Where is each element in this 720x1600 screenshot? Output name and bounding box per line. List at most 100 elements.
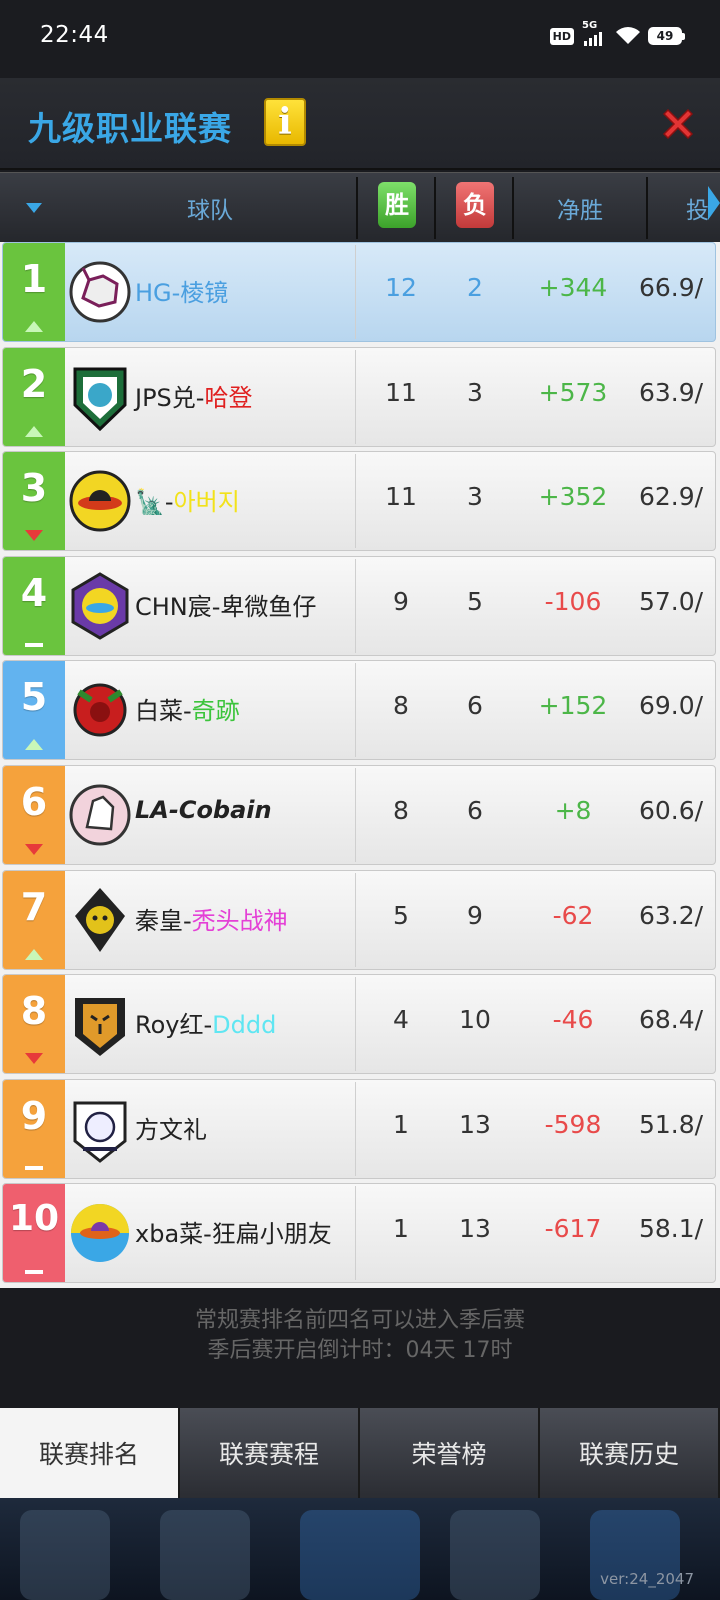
ufo-purple-logo-icon (71, 572, 129, 640)
net-points-cell: -62 (552, 900, 594, 930)
net-points-cell: +344 (538, 273, 608, 302)
table-row[interactable]: 10 xba菜-狂扁小朋友 1 13 -617 58.1/ (2, 1183, 716, 1284)
wins-cell: 5 (393, 900, 409, 930)
rank-badge: 2 (3, 347, 65, 446)
rank-badge: 9 (3, 1079, 65, 1178)
rank-number: 9 (20, 1093, 48, 1138)
wolf-logo-icon (69, 784, 131, 846)
trend-down-icon (25, 844, 43, 855)
rank-number: 3 (20, 466, 48, 511)
playoff-countdown-text: 季后赛开启倒计时：04天 17时 (207, 1338, 513, 1363)
hd-icon: HD (549, 27, 574, 45)
table-row[interactable]: 5 白菜-奇跡 8 6 +152 69.0/ (2, 660, 716, 761)
sort-arrow-icon[interactable] (26, 203, 42, 213)
wins-cell: 11 (385, 377, 417, 407)
net-points-cell: -617 (544, 1214, 602, 1244)
team-name: JPS兑-哈登 (135, 383, 253, 412)
trend-flat-icon (25, 1165, 43, 1170)
losses-cell: 6 (467, 796, 483, 825)
table-row[interactable]: 1 HG-棱镜 12 2 +344 66.9/ (2, 242, 716, 342)
losses-cell: 2 (467, 273, 483, 302)
net-points-cell: +152 (538, 691, 608, 721)
scroll-right-icon[interactable] (708, 186, 720, 220)
ufo-yellow-logo-icon (69, 470, 131, 532)
info-button[interactable]: i (264, 98, 306, 146)
status-icons: HD 5G 49 (549, 20, 685, 46)
column-net[interactable]: 净胜 (540, 191, 620, 225)
column-win[interactable]: 胜 (378, 182, 416, 228)
shooting-pct-cell: 58.1/ (639, 1214, 704, 1244)
team-name: 秦皇-秃头战神 (135, 906, 288, 935)
losses-cell: 13 (459, 1214, 491, 1244)
net-points-cell: +8 (554, 796, 592, 825)
net-points-cell: -598 (544, 1109, 602, 1139)
losses-cell: 6 (467, 691, 483, 721)
shooting-pct-cell: 51.8/ (639, 1109, 704, 1139)
trend-down-icon (25, 1053, 43, 1065)
tab-league-ranking[interactable]: 联赛排名 (0, 1408, 180, 1498)
rank-number: 2 (20, 361, 48, 406)
team-name: 🗽-아버지 (135, 488, 240, 517)
tab-league-history[interactable]: 联赛历史 (540, 1408, 720, 1498)
team-name: LA-Cobain (135, 796, 272, 824)
wins-cell: 12 (385, 273, 417, 302)
team-name: 方文礼 (135, 1115, 207, 1144)
wins-cell: 9 (393, 586, 409, 616)
close-icon[interactable] (658, 104, 698, 144)
shooting-pct-cell: 63.9/ (639, 377, 704, 407)
ufo-orange-logo-icon (71, 1204, 129, 1263)
rank-badge: 6 (3, 766, 65, 864)
net-points-cell: +352 (538, 482, 608, 512)
network-type: 5G (582, 20, 598, 31)
league-header: 九级职业联赛 i (0, 78, 720, 170)
tab-honor-roll[interactable]: 荣誉榜 (360, 1408, 540, 1498)
wins-cell: 8 (393, 691, 409, 721)
column-team[interactable]: 球队 (150, 191, 270, 225)
table-row[interactable]: 9 方文礼 1 13 -598 51.8/ (2, 1078, 716, 1179)
column-loss[interactable]: 负 (456, 182, 494, 228)
bear-logo-icon (73, 1101, 127, 1163)
rank-badge: 3 (3, 452, 65, 551)
trend-up-icon (25, 739, 43, 751)
losses-cell: 3 (467, 377, 483, 407)
wifi-icon (616, 27, 640, 44)
team-name: HG-棱镜 (135, 279, 229, 307)
table-row[interactable]: 8 Roy红-Dddd 4 10 -46 68.4/ (2, 974, 716, 1075)
team-name: Roy红-Dddd (135, 1011, 277, 1040)
snake-logo-icon (75, 887, 125, 952)
tab-league-schedule[interactable]: 联赛赛程 (180, 1408, 360, 1498)
table-row[interactable]: 6 LA-Cobain 8 6 +8 60.6/ (2, 765, 716, 865)
playoff-rule-text: 常规赛排名前四名可以进入季后赛 (194, 1308, 525, 1333)
status-bar: 22:44 HD 5G 49 (0, 0, 720, 78)
wins-cell: 1 (393, 1214, 409, 1244)
team-name: xba菜-狂扁小朋友 (135, 1220, 332, 1249)
column-header: 球队 胜 负 净胜 投 (0, 172, 720, 242)
rank-number: 7 (20, 884, 48, 929)
bottom-tabs: 联赛排名 联赛赛程 荣誉榜 联赛历史 (0, 1408, 720, 1498)
rank-badge: 5 (3, 661, 65, 760)
rank-badge: 8 (3, 975, 65, 1074)
shooting-pct-cell: 57.0/ (639, 586, 704, 616)
rank-badge: 4 (3, 556, 65, 655)
losses-cell: 10 (459, 1005, 491, 1035)
table-row[interactable]: 3 🗽-아버지 11 3 +352 62.9/ (2, 451, 716, 552)
team-name: 白菜-奇跡 (135, 697, 240, 726)
losses-cell: 3 (467, 482, 483, 512)
column-shot[interactable]: 投 (686, 191, 709, 225)
net-points-cell: -106 (544, 586, 602, 616)
rhino-logo-icon (69, 261, 131, 323)
rank-number: 6 (20, 780, 48, 824)
rank-number: 5 (20, 675, 48, 720)
table-row[interactable]: 4 CHN宸-卑微鱼仔 9 5 -106 57.0/ (2, 555, 716, 656)
shooting-pct-cell: 69.0/ (639, 691, 704, 721)
trend-up-icon (25, 425, 43, 437)
losses-cell: 13 (459, 1109, 491, 1139)
wins-cell: 11 (385, 482, 417, 512)
trend-up-icon (25, 948, 43, 960)
trend-up-icon (25, 321, 43, 332)
table-row[interactable]: 2 JPS兑-哈登 11 3 +573 63.9/ (2, 346, 716, 447)
table-row[interactable]: 7 秦皇-秃头战神 5 9 -62 63.2/ (2, 869, 716, 970)
net-points-cell: -46 (552, 1005, 594, 1035)
version-label: ver:24_2047 (600, 1570, 694, 1588)
losses-cell: 5 (467, 586, 483, 616)
